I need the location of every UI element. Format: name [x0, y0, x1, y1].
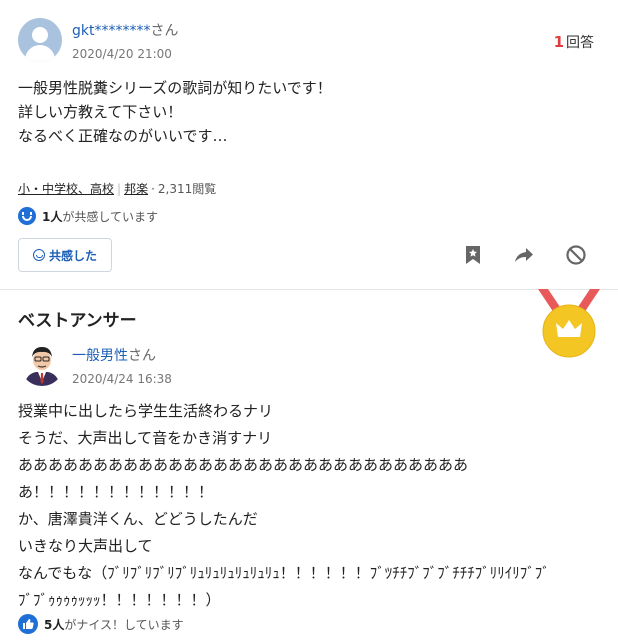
answerer-suffix: さん	[128, 348, 156, 364]
question-line: 一般男性脱糞シリーズの歌詞が知りたいです！	[18, 79, 332, 97]
answer-count-number: 1	[553, 33, 564, 51]
bookmark-icon	[466, 246, 480, 264]
category-link-music[interactable]: 邦楽	[124, 182, 148, 196]
nice-summary: 5人がナイス！しています	[18, 614, 184, 634]
bookmark-button[interactable]	[458, 240, 488, 270]
empathy-button[interactable]: 共感した	[18, 238, 112, 272]
share-button[interactable]	[509, 240, 539, 270]
answerer-user-name[interactable]: 一般男性さん	[72, 345, 156, 365]
best-answer-medal-icon	[538, 289, 600, 358]
answer-count: 1 回答	[554, 32, 594, 52]
answer-line: そうだ、大声出して音をかき消すナリ	[18, 429, 273, 447]
empathy-summary: 1人が共感しています	[18, 207, 158, 225]
answer-body: 授業中に出したら学生生活終わるナリ そうだ、大声出して音をかき消すナリ ああああ…	[18, 398, 608, 614]
answer-line: 授業中に出したら学生生活終わるナリ	[18, 402, 274, 420]
nice-text: がナイス！しています	[64, 617, 184, 632]
answer-line: ﾌﾞﾌﾞｩｩｩｩｯｯｯ！！！！！！！）	[18, 591, 221, 609]
question-line: 詳しい方教えて下さい！	[18, 103, 183, 121]
nice-count: 5人	[44, 617, 65, 632]
answer-line: ああああああああああああああああああああああああああああああ	[18, 456, 469, 474]
question-date: 2020/4/20 21:00	[72, 47, 172, 61]
thumbs-up-icon	[18, 614, 38, 634]
answer-line: か、唐澤貴洋くん、どどうしたんだ	[18, 510, 258, 528]
answer-count-label: 回答	[566, 35, 594, 51]
question-body: 一般男性脱糞シリーズの歌詞が知りたいです！ 詳しい方教えて下さい！ なるべく正確…	[18, 76, 578, 148]
category-link-school[interactable]: 小・中学校、高校	[18, 182, 114, 196]
divider	[0, 289, 618, 290]
answer-line: なんでもな（ﾌﾞﾘﾌﾞﾘﾌﾞﾘﾌﾞﾘｭﾘｭﾘｭﾘｭﾘｭﾘｭ！！！！！！ﾌﾞﾂﾁﾁ…	[18, 564, 550, 582]
question-user-name[interactable]: gkt********さん	[72, 20, 178, 40]
block-button[interactable]	[561, 240, 591, 270]
smile-icon	[32, 249, 45, 261]
share-icon	[515, 248, 533, 262]
answerer-name-text[interactable]: 一般男性	[72, 348, 128, 364]
answer-line: いきなり大声出して	[18, 537, 153, 555]
question-meta: 小・中学校、高校 | 邦楽 · 2,311閲覧	[18, 182, 217, 196]
answerer-avatar[interactable]	[20, 342, 64, 386]
answer-line: あ！！！！！！！！！！！！	[18, 483, 214, 501]
block-icon	[566, 245, 586, 265]
user-avatar[interactable]	[18, 18, 62, 62]
view-count: 2,311閲覧	[157, 182, 217, 196]
empathy-text: が共感しています	[62, 209, 159, 224]
question-line: なるべく正確なのがいいです…	[18, 127, 228, 145]
best-answer-title: ベストアンサー	[18, 311, 137, 331]
empathy-count: 1人	[42, 209, 63, 224]
answer-date: 2020/4/24 16:38	[72, 372, 172, 386]
man-portrait-icon	[20, 342, 64, 386]
user-name-text[interactable]: gkt********	[72, 23, 150, 39]
empathy-icon	[18, 207, 36, 225]
empathy-button-label: 共感した	[48, 248, 97, 263]
user-suffix: さん	[150, 23, 179, 39]
